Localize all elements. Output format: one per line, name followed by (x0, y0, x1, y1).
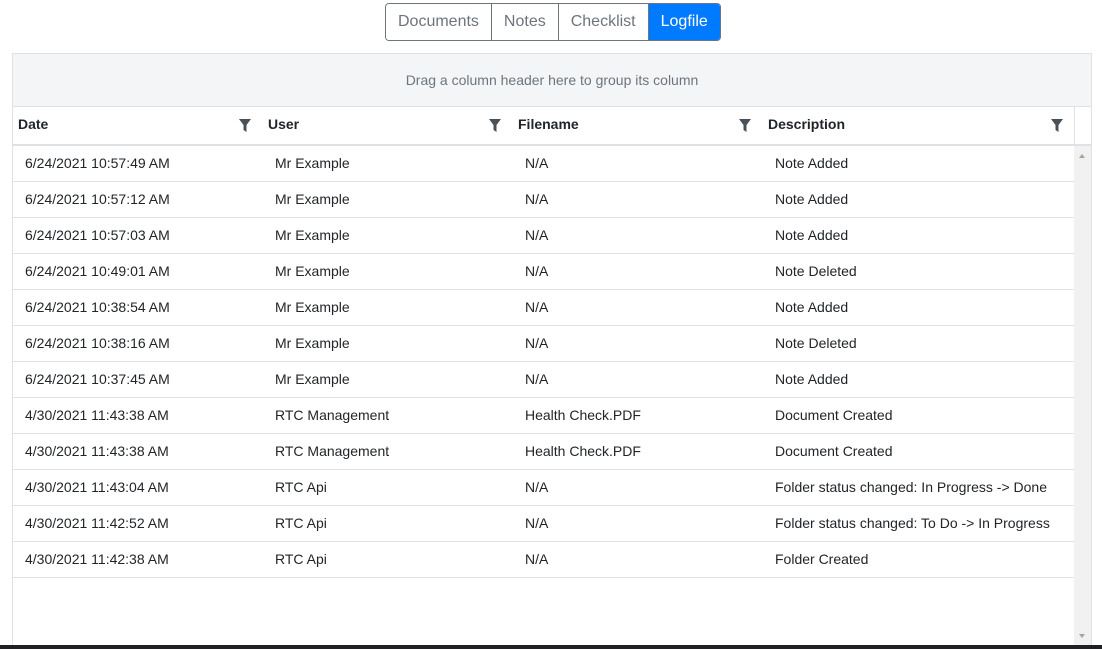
column-header-date[interactable]: Date (13, 107, 263, 144)
cell-user: RTC Api (275, 551, 327, 567)
cell-filename: N/A (525, 299, 549, 315)
table-row[interactable]: 6/24/2021 10:57:12 AM Mr Example N/A Note A… (13, 182, 1075, 218)
cell-description: Note Added (775, 371, 849, 387)
table-row[interactable]: 6/24/2021 10:49:01 AM Mr Example N/A Note D… (13, 254, 1075, 290)
tab-switcher: Documents Notes Checklist Logfile (385, 3, 721, 41)
cell-user: Mr Example (275, 371, 350, 387)
table-row[interactable]: 6/24/2021 10:57:03 AM Mr Example N/A Note A… (13, 218, 1075, 254)
cell-description: Note Added (775, 299, 849, 315)
cell-filename: N/A (525, 263, 549, 279)
cell-user: Mr Example (275, 191, 350, 207)
cell-filename: N/A (525, 335, 549, 351)
tab-checklist[interactable]: Checklist (558, 4, 649, 40)
cell-description: Note Deleted (775, 263, 857, 279)
group-panel[interactable]: Drag a column header here to group its c… (13, 54, 1091, 107)
cell-date: 6/24/2021 10:38:54 AM (25, 299, 170, 315)
cell-description: Document Created (775, 407, 893, 423)
cell-filename: N/A (525, 227, 549, 243)
tab-notes[interactable]: Notes (491, 4, 559, 40)
table-row[interactable]: 6/24/2021 10:38:54 AM Mr Example N/A Note A… (13, 290, 1075, 326)
cell-date: 6/24/2021 10:57:49 AM (25, 155, 170, 171)
column-header-filename[interactable]: Filename (513, 107, 763, 144)
column-header-user-label: User (268, 116, 300, 132)
cell-date: 4/30/2021 11:43:38 AM (25, 407, 169, 423)
cell-user: RTC Management (275, 443, 390, 459)
cell-date: 4/30/2021 11:43:04 AM (25, 479, 169, 495)
table-row[interactable]: 4/30/2021 11:42:38 AM RTC Api N/A Folder Cr… (13, 542, 1075, 578)
cell-filename: N/A (525, 551, 549, 567)
cell-user: Mr Example (275, 299, 350, 315)
cell-date: 6/24/2021 10:57:03 AM (25, 227, 170, 243)
cell-date: 6/24/2021 10:38:16 AM (25, 335, 170, 351)
cell-user: RTC Api (275, 479, 327, 495)
logfile-grid: Drag a column header here to group its c… (12, 53, 1092, 649)
scroll-up-arrow-icon[interactable] (1079, 154, 1085, 158)
filter-icon[interactable] (239, 119, 251, 132)
tab-documents[interactable]: Documents (386, 4, 492, 40)
cell-date: 4/30/2021 11:42:52 AM (25, 515, 169, 531)
table-row[interactable]: 6/24/2021 10:38:16 AM Mr Example N/A Note D… (13, 326, 1075, 362)
cell-description: Folder status changed: In Progress -> Do… (775, 479, 1047, 495)
cell-description: Note Added (775, 227, 849, 243)
cell-filename: Health Check.PDF (525, 443, 641, 459)
cell-date: 6/24/2021 10:49:01 AM (25, 263, 170, 279)
cell-filename: N/A (525, 515, 549, 531)
filter-icon[interactable] (489, 119, 501, 132)
filter-icon[interactable] (739, 119, 751, 132)
cell-user: Mr Example (275, 227, 350, 243)
tab-logfile[interactable]: Logfile (648, 4, 720, 40)
column-header-description-label: Description (768, 116, 846, 132)
cell-filename: Health Check.PDF (525, 407, 641, 423)
cell-description: Folder status changed: To Do -> In Progr… (775, 515, 1050, 531)
cell-description: Document Created (775, 443, 893, 459)
cell-date: 6/24/2021 10:57:12 AM (25, 191, 170, 207)
grid-header-row: Date User Filename Description (13, 107, 1091, 146)
header-scroll-spacer (1074, 107, 1091, 144)
column-header-user[interactable]: User (263, 107, 513, 144)
cell-description: Note Deleted (775, 335, 857, 351)
table-row[interactable]: 6/24/2021 10:57:49 AM Mr Example N/A Note A… (13, 146, 1075, 182)
bottom-edge-bar (0, 645, 1102, 649)
filter-icon[interactable] (1051, 119, 1063, 132)
cell-user: RTC Api (275, 515, 327, 531)
cell-filename: N/A (525, 191, 549, 207)
table-row[interactable]: 6/24/2021 10:37:45 AM Mr Example N/A Note A… (13, 362, 1075, 398)
cell-filename: N/A (525, 371, 549, 387)
column-header-description[interactable]: Description (763, 107, 1077, 144)
table-row[interactable]: 4/30/2021 11:43:38 AM RTC Management Healt… (13, 398, 1075, 434)
vertical-scrollbar[interactable] (1074, 146, 1091, 649)
cell-description: Folder Created (775, 551, 869, 567)
cell-date: 4/30/2021 11:42:38 AM (25, 551, 169, 567)
table-row[interactable]: 4/30/2021 11:43:04 AM RTC Api N/A Folder st… (13, 470, 1075, 506)
cell-description: Note Added (775, 191, 849, 207)
cell-date: 6/24/2021 10:37:45 AM (25, 371, 170, 387)
cell-description: Note Added (775, 155, 849, 171)
cell-filename: N/A (525, 155, 549, 171)
table-row[interactable]: 4/30/2021 11:43:38 AM RTC Management Healt… (13, 434, 1075, 470)
column-header-filename-label: Filename (518, 116, 579, 132)
column-header-date-label: Date (18, 116, 49, 132)
scroll-down-arrow-icon[interactable] (1079, 634, 1085, 638)
cell-user: Mr Example (275, 263, 350, 279)
cell-user: Mr Example (275, 155, 350, 171)
grid-body: 6/24/2021 10:57:49 AM Mr Example N/A Note A… (13, 146, 1091, 649)
cell-user: Mr Example (275, 335, 350, 351)
cell-date: 4/30/2021 11:43:38 AM (25, 443, 169, 459)
cell-user: RTC Management (275, 407, 390, 423)
cell-filename: N/A (525, 479, 549, 495)
grid-rows: 6/24/2021 10:57:49 AM Mr Example N/A Note A… (13, 146, 1091, 578)
table-row[interactable]: 4/30/2021 11:42:52 AM RTC Api N/A Folder st… (13, 506, 1075, 542)
